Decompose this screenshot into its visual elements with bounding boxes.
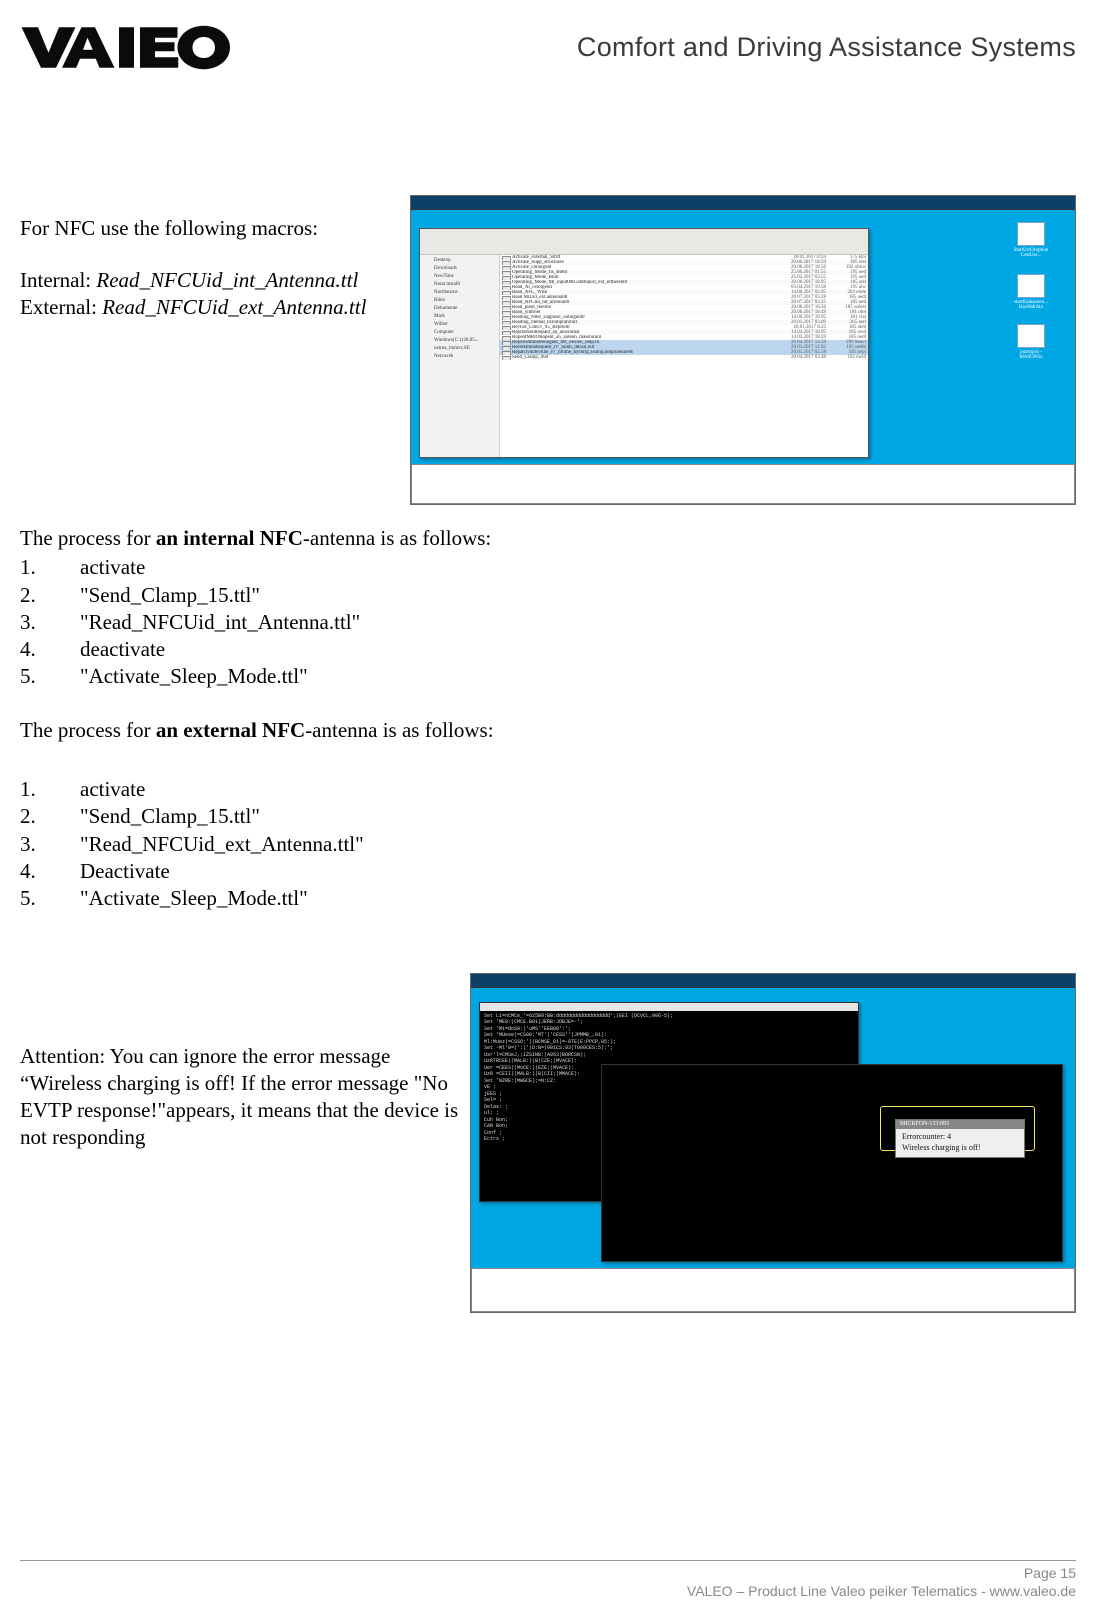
screenshot-file-explorer: StartUsrOroptionCostUse...startflaskaste… [410,195,1076,505]
step-text: deactivate [80,636,165,663]
step-item: 2."Send_Clamp_15.ttl" [20,582,1076,609]
step-item: 5."Activate_Sleep_Mode.ttl" [20,885,1076,912]
popup-ec-label: Errorcounter: [902,1132,947,1141]
error-popup: MICRFON-133:093 Errorcounter: 4 Wireless… [895,1119,1025,1159]
page-header: Comfort and Driving Assistance Systems [0,0,1096,75]
step-text: activate [80,554,145,581]
valeo-logo [20,20,245,75]
attention-text: Attention: You can ignore the error mess… [20,973,460,1152]
step-number: 4. [20,636,80,663]
step-item: 1.activate [20,554,1076,581]
footer-line: VALEO – Product Line Valeo peiker Telema… [20,1582,1076,1600]
intro-external-label: External: [20,295,102,319]
proc-int-pre: The process for [20,526,156,550]
popup-msg: Wireless charging is off! [902,1143,1018,1153]
proc-int-post: -antenna is as follows: [303,526,491,550]
step-number: 5. [20,885,80,912]
step-text: Deactivate [80,858,170,885]
step-number: 1. [20,554,80,581]
proc-int-bold: an internal NFC [156,526,303,550]
proc-ext-post: -antenna is as follows: [305,718,493,742]
step-number: 2. [20,582,80,609]
step-item: 3."Read_NFCUid_ext_Antenna.ttl" [20,831,1076,858]
intro-line1: For NFC use the following macros: [20,215,380,241]
step-item: 1.activate [20,776,1076,803]
screenshot-terminal-error: Set L1=nCMCe_'=625B0:BB:dddddddddddddddd… [470,973,1076,1313]
step-number: 3. [20,831,80,858]
step-item: 4.deactivate [20,636,1076,663]
step-text: "Send_Clamp_15.ttl" [80,582,260,609]
step-item: 5."Activate_Sleep_Mode.ttl" [20,663,1076,690]
intro-internal-file: Read_NFCUid_int_Antenna.ttl [96,268,358,292]
intro-external-file: Read_NFCUid_ext_Antenna.ttl [102,295,366,319]
intro-internal-label: Internal: [20,268,96,292]
popup-header: MICRFON-133:093 [896,1120,1024,1130]
step-number: 1. [20,776,80,803]
step-number: 3. [20,609,80,636]
step-text: "Read_NFCUid_ext_Antenna.ttl" [80,831,364,858]
step-text: "Send_Clamp_15.ttl" [80,803,260,830]
step-item: 4.Deactivate [20,858,1076,885]
process-section: The process for an internal NFC-antenna … [20,525,1076,913]
step-text: "Read_NFCUid_int_Antenna.ttl" [80,609,360,636]
step-number: 5. [20,663,80,690]
step-item: 2."Send_Clamp_15.ttl" [20,803,1076,830]
step-text: "Activate_Sleep_Mode.ttl" [80,885,308,912]
step-number: 2. [20,803,80,830]
step-item: 3."Read_NFCUid_int_Antenna.ttl" [20,609,1076,636]
proc-ext-pre: The process for [20,718,156,742]
proc-ext-bold: an external NFC [156,718,305,742]
step-text: activate [80,776,145,803]
popup-ec-value: 4 [947,1132,951,1141]
footer-page: Page 15 [20,1564,1076,1582]
intro-text: For NFC use the following macros: Intern… [20,195,380,320]
step-number: 4. [20,858,80,885]
header-subtitle: Comfort and Driving Assistance Systems [577,20,1076,63]
page-footer: Page 15 VALEO – Product Line Valeo peike… [20,1560,1076,1600]
step-text: "Activate_Sleep_Mode.ttl" [80,663,308,690]
